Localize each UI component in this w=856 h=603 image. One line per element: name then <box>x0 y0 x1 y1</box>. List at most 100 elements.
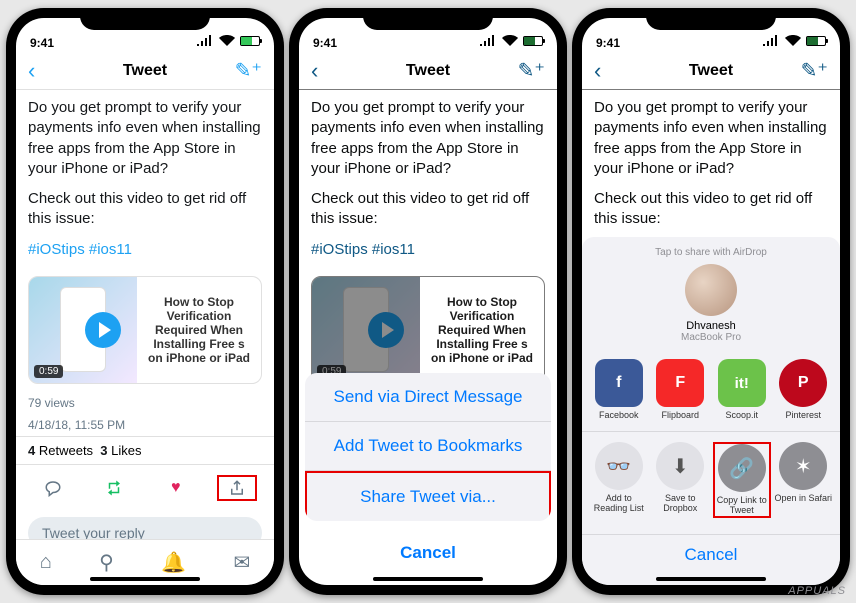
home-indicator[interactable] <box>373 577 483 581</box>
add-bookmark-button[interactable]: Add Tweet to Bookmarks <box>305 422 551 471</box>
wifi-icon <box>501 32 519 50</box>
copy-link-button[interactable]: 🔗 Copy Link to Tweet <box>713 442 771 518</box>
compose-button[interactable]: ✎⁺ <box>235 58 262 83</box>
safari-icon: ✶ <box>779 442 827 490</box>
screen: 9:41 ‹ Tweet ✎⁺ Do you get prompt to ver… <box>582 18 840 585</box>
share-apps-row: f Facebook F Flipboard it! Scoop.it P Pi… <box>582 349 840 432</box>
share-app-pinterest[interactable]: P Pinterest <box>774 359 832 421</box>
page-title: Tweet <box>123 62 167 80</box>
notch <box>80 8 210 30</box>
video-title: How to Stop Verification Required When I… <box>137 277 261 383</box>
play-icon[interactable] <box>85 312 121 348</box>
tweet-text-1: Do you get prompt to verify your payment… <box>594 98 828 179</box>
tweet-text-2: Check out this video to get rid off this… <box>311 189 545 230</box>
back-button[interactable]: ‹ <box>594 58 601 84</box>
cancel-button[interactable]: Cancel <box>582 534 840 565</box>
share-icon[interactable] <box>217 475 257 501</box>
phone-3: 9:41 ‹ Tweet ✎⁺ Do you get prompt to ver… <box>572 8 850 595</box>
tweet-stats: 4 Retweets 3 Likes <box>16 436 274 465</box>
watermark: APPUALS <box>788 585 846 597</box>
open-safari-button[interactable]: ✶ Open in Safari <box>774 442 832 518</box>
tweet-text-1: Do you get prompt to verify your payment… <box>28 98 262 179</box>
play-icon[interactable] <box>368 312 404 348</box>
share-app-facebook[interactable]: f Facebook <box>590 359 648 421</box>
flipboard-icon: F <box>656 359 704 407</box>
tweet-text-2: Check out this video to get rid off this… <box>594 189 828 230</box>
signal-icon <box>762 32 780 50</box>
page-title: Tweet <box>406 62 450 80</box>
wifi-icon <box>784 32 802 50</box>
pinterest-icon: P <box>779 359 827 407</box>
share-actions-row: 👓 Add to Reading List ⬇ Save to Dropbox … <box>582 432 840 528</box>
video-thumbnail: 0:59 <box>312 277 420 383</box>
compose-button[interactable]: ✎⁺ <box>518 58 545 83</box>
signal-icon <box>479 32 497 50</box>
search-tab[interactable]: ⚲ <box>99 550 114 575</box>
like-label: Likes <box>111 443 141 458</box>
hashtag-link[interactable]: #ios11 <box>372 241 415 258</box>
share-tweet-via-button[interactable]: Share Tweet via... <box>305 471 551 521</box>
cancel-button[interactable]: Cancel <box>305 529 551 577</box>
status-icons <box>196 32 260 50</box>
scoopit-icon: it! <box>718 359 766 407</box>
screen: 9:41 ‹ Tweet ✎⁺ Do you get prompt to ver… <box>299 18 557 585</box>
notch <box>646 8 776 30</box>
video-duration: 0:59 <box>34 365 63 378</box>
notch <box>363 8 493 30</box>
views-count: 79 views <box>16 392 274 414</box>
timestamp: 4/18/18, 11:55 PM <box>16 414 274 436</box>
home-indicator[interactable] <box>656 577 766 581</box>
reply-icon[interactable] <box>33 475 73 501</box>
compose-button[interactable]: ✎⁺ <box>801 58 828 83</box>
nav-header: ‹ Tweet ✎⁺ <box>299 52 557 90</box>
retweet-count: 4 <box>28 443 35 458</box>
hashtag-link[interactable]: #ios11 <box>89 241 132 258</box>
like-icon[interactable]: ♥ <box>156 475 196 501</box>
share-app-flipboard[interactable]: F Flipboard <box>651 359 709 421</box>
battery-icon <box>240 36 260 46</box>
battery-icon <box>523 36 543 46</box>
back-button[interactable]: ‹ <box>28 58 35 84</box>
status-icons <box>479 32 543 50</box>
status-icons <box>762 32 826 50</box>
video-card[interactable]: 0:59 How to Stop Verification Required W… <box>311 276 545 384</box>
status-time: 9:41 <box>313 36 337 50</box>
notifications-tab[interactable]: 🔔 <box>161 550 186 575</box>
nav-header: ‹ Tweet ✎⁺ <box>582 52 840 90</box>
home-tab[interactable]: ⌂ <box>40 551 52 574</box>
screen: 9:41 ‹ Tweet ✎⁺ Do you get prompt to ver… <box>16 18 274 585</box>
hashtag-link[interactable]: #iOStips <box>28 241 85 258</box>
page-title: Tweet <box>689 62 733 80</box>
hashtag-link[interactable]: #iOStips <box>311 241 368 258</box>
facebook-icon: f <box>595 359 643 407</box>
battery-icon <box>806 36 826 46</box>
airdrop-name: Dhvanesh <box>594 320 828 332</box>
phone-2: 9:41 ‹ Tweet ✎⁺ Do you get prompt to ver… <box>289 8 567 595</box>
nav-header: ‹ Tweet ✎⁺ <box>16 52 274 90</box>
video-title: How to Stop Verification Required When I… <box>420 277 544 383</box>
tweet-text-2: Check out this video to get rid off this… <box>28 189 262 230</box>
add-reading-list-button[interactable]: 👓 Add to Reading List <box>590 442 648 518</box>
retweet-label: Retweets <box>39 443 93 458</box>
signal-icon <box>196 32 214 50</box>
retweet-icon[interactable] <box>94 475 134 501</box>
wifi-icon <box>218 32 236 50</box>
back-button[interactable]: ‹ <box>311 58 318 84</box>
like-count: 3 <box>100 443 107 458</box>
airdrop-section: Tap to share with AirDrop Dhvanesh MacBo… <box>582 237 840 349</box>
airdrop-avatar[interactable] <box>685 264 737 316</box>
action-sheet: Send via Direct Message Add Tweet to Boo… <box>305 373 551 577</box>
airdrop-device: MacBook Pro <box>594 332 828 343</box>
tweet-body: Do you get prompt to verify your payment… <box>16 90 274 268</box>
copy-link-icon: 🔗 <box>718 444 766 492</box>
save-dropbox-button[interactable]: ⬇ Save to Dropbox <box>651 442 709 518</box>
phone-1: 9:41 ‹ Tweet ✎⁺ Do you get prompt to ver… <box>6 8 284 595</box>
send-dm-button[interactable]: Send via Direct Message <box>305 373 551 422</box>
reading-list-icon: 👓 <box>595 442 643 490</box>
tweet-body: Do you get prompt to verify your payment… <box>299 90 557 268</box>
video-card[interactable]: 0:59 How to Stop Verification Required W… <box>28 276 262 384</box>
messages-tab[interactable]: ✉ <box>234 550 251 575</box>
status-time: 9:41 <box>30 36 54 50</box>
share-app-scoopit[interactable]: it! Scoop.it <box>713 359 771 421</box>
home-indicator[interactable] <box>90 577 200 581</box>
